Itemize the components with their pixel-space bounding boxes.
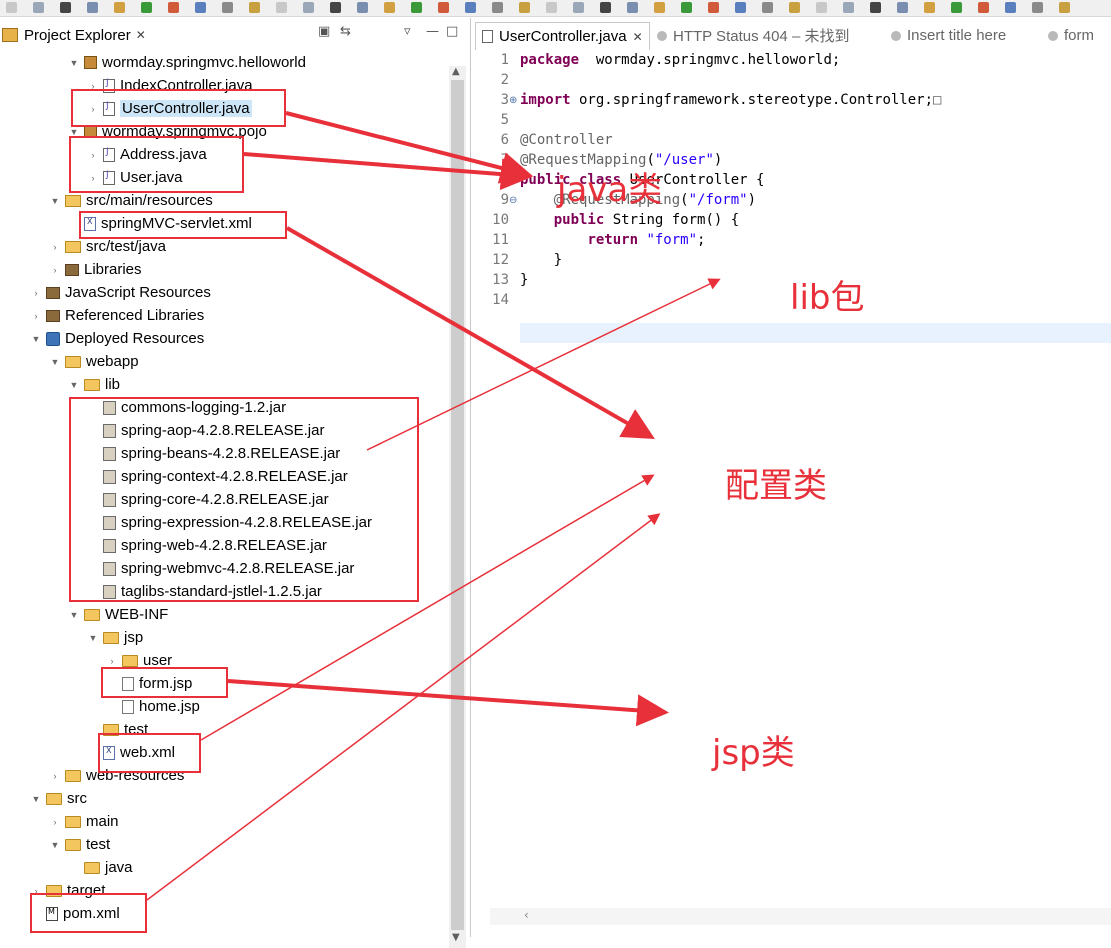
annotation-java: java类	[557, 170, 663, 210]
annotation-config: 配置类	[725, 466, 827, 506]
arrow-servlet-to-config	[286, 226, 655, 439]
annotation-jsp: jsp类	[712, 733, 795, 773]
annotation-lib: lib包	[790, 278, 865, 318]
arrow-webxml-to-config	[200, 474, 655, 741]
arrow-formjsp-to-jsp	[227, 679, 669, 727]
annotation-arrows	[146, 111, 721, 901]
